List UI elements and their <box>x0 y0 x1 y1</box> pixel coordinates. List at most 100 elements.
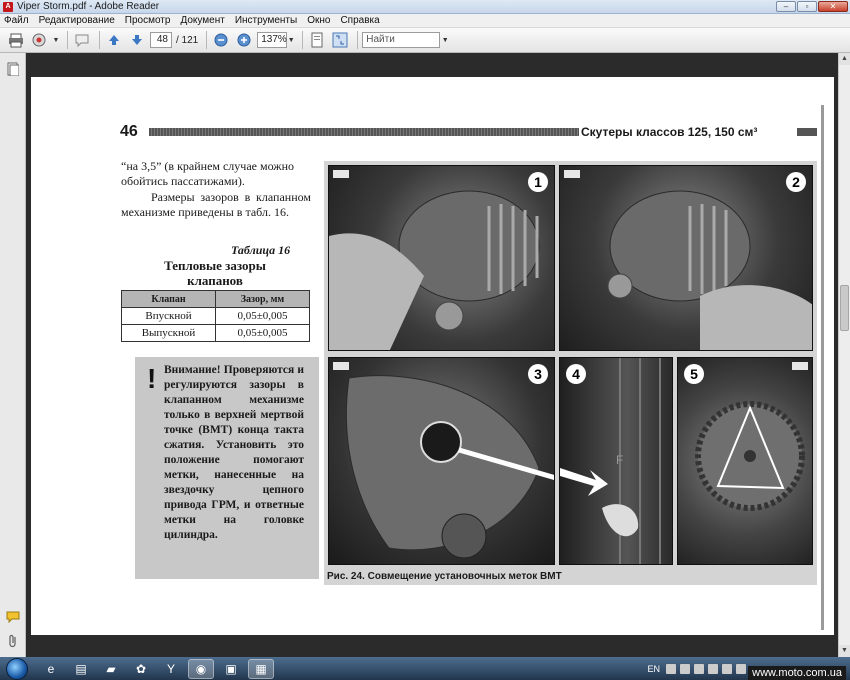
photo-1: 1 <box>328 165 555 351</box>
table-header-row: Клапан Зазор, мм <box>121 290 310 308</box>
warning-text: Внимание! Проверяются и регулируются заз… <box>164 364 304 541</box>
header-rule-end <box>797 128 817 136</box>
full-screen-icon[interactable] <box>330 30 350 50</box>
tray-icon[interactable] <box>708 663 718 674</box>
app-icon[interactable]: ▣ <box>218 659 244 679</box>
table-caption: Таблица 16 <box>231 243 291 257</box>
brand-logo <box>333 362 349 370</box>
minimize-button[interactable]: – <box>776 1 796 12</box>
toolbar-separator <box>357 31 359 49</box>
paragraph-2: Размеры зазоров в клапанном механизме пр… <box>121 190 311 219</box>
ie-icon[interactable]: e <box>38 659 64 679</box>
comment-icon[interactable] <box>72 30 92 50</box>
table-header-cell: Клапан <box>121 290 216 308</box>
page-number: 46 <box>120 123 138 140</box>
photo-number-badge: 5 <box>684 364 704 384</box>
toolbar-separator <box>206 31 208 49</box>
table-row: Выпускной 0,05±0,005 <box>121 324 310 342</box>
search-input[interactable]: Найти <box>362 32 441 48</box>
share-icon[interactable] <box>29 30 49 50</box>
photo-number-badge: 3 <box>528 364 548 384</box>
close-button[interactable]: ✕ <box>818 1 848 12</box>
toolbar-separator <box>302 31 304 49</box>
menu-window[interactable]: Окно <box>307 15 330 26</box>
volume-icon[interactable] <box>736 663 746 674</box>
photo-3: 3 <box>328 357 555 565</box>
table-row: Впускной 0,05±0,005 <box>121 307 310 325</box>
table-cell: 0,05±0,005 <box>215 324 310 342</box>
comments-icon[interactable] <box>5 609 21 625</box>
brand-logo <box>564 170 580 178</box>
explorer-icon[interactable]: ▤ <box>68 659 94 679</box>
start-button[interactable] <box>6 657 28 680</box>
next-page-icon[interactable] <box>127 30 147 50</box>
scroll-thumb[interactable] <box>840 285 849 331</box>
menu-help[interactable]: Справка <box>340 15 379 26</box>
warning-icon: ! <box>147 363 157 394</box>
photo-5: 5 <box>677 357 813 565</box>
previous-page-icon[interactable] <box>104 30 124 50</box>
scroll-up-icon[interactable]: ▲ <box>839 53 850 65</box>
print-icon[interactable] <box>6 30 26 50</box>
folder-icon[interactable]: ▰ <box>98 659 124 679</box>
toolbar: ▼ 48 / 121 137% ▼ Найти ▼ <box>0 28 850 53</box>
tray-icon[interactable] <box>694 663 704 674</box>
figure-photos: 1 2 3 F 4 5 <box>324 161 817 585</box>
photo-number-badge: 2 <box>786 172 806 192</box>
menu-document[interactable]: Документ <box>180 15 224 26</box>
window-controls: – ▫ ✕ <box>776 1 848 12</box>
attachments-icon[interactable] <box>5 633 21 649</box>
pages-icon[interactable] <box>5 61 21 77</box>
page-edge-rule <box>821 105 824 630</box>
menu-file[interactable]: Файл <box>4 15 29 26</box>
page-number-input[interactable]: 48 <box>150 32 172 48</box>
adobe-reader-task-icon[interactable]: ▦ <box>248 658 274 679</box>
icq-icon[interactable]: ✿ <box>128 659 154 679</box>
brand-logo <box>792 362 808 370</box>
maximize-button[interactable]: ▫ <box>797 1 817 12</box>
tray-icon[interactable] <box>666 663 676 674</box>
photo-4: F 4 <box>559 357 673 565</box>
taskbar: e ▤ ▰ ✿ Y ◉ ▣ ▦ EN <box>0 657 850 680</box>
zoom-out-icon[interactable] <box>211 30 231 50</box>
valve-clearance-table: Клапан Зазор, мм Впускной 0,05±0,005 Вып… <box>121 290 310 342</box>
paragraph-1: “на 3,5” (в крайнем случае можно обойтис… <box>121 159 294 188</box>
navigation-pane <box>0 53 26 657</box>
tray-icon[interactable] <box>680 663 690 674</box>
watermark: www.moto.com.ua <box>748 666 846 680</box>
page-header-title: Скутеры классов 125, 150 см³ <box>581 125 758 139</box>
fit-width-icon[interactable] <box>307 30 327 50</box>
document-viewport[interactable]: 46 Скутеры классов 125, 150 см³ “на 3,5”… <box>26 53 838 657</box>
zoom-in-icon[interactable] <box>234 30 254 50</box>
svg-text:F: F <box>616 453 623 467</box>
table-cell: Впускной <box>121 307 216 325</box>
zoom-level-input[interactable]: 137% <box>257 32 288 48</box>
photo-2: 2 <box>559 165 813 351</box>
table-title: Тепловые зазоры клапанов <box>164 258 266 288</box>
toolbar-separator <box>99 31 100 49</box>
photo-number-badge: 4 <box>566 364 586 384</box>
table-header-cell: Зазор, мм <box>215 290 310 308</box>
menu-tools[interactable]: Инструменты <box>235 15 297 26</box>
window-title: Viper Storm.pdf - Adobe Reader <box>17 1 160 12</box>
menu-bar: Файл Редактирование Просмотр Документ Ин… <box>0 14 850 28</box>
firefox-icon[interactable]: ◉ <box>188 658 214 679</box>
toolbar-separator <box>67 31 68 49</box>
vertical-scrollbar[interactable]: ▲ ▼ <box>838 53 850 657</box>
window-title-bar: A Viper Storm.pdf - Adobe Reader – ▫ ✕ <box>0 0 850 14</box>
header-rule <box>149 128 579 136</box>
table-cell: 0,05±0,005 <box>215 307 310 325</box>
tray-icon[interactable] <box>722 663 732 674</box>
menu-edit[interactable]: Редактирование <box>39 15 115 26</box>
scroll-down-icon[interactable]: ▼ <box>839 645 850 657</box>
brand-logo <box>333 170 349 178</box>
chevron-down-icon[interactable]: ▼ <box>52 30 60 50</box>
chevron-down-icon[interactable]: ▼ <box>440 30 450 50</box>
menu-view[interactable]: Просмотр <box>125 15 171 26</box>
page-total: / 121 <box>176 34 199 46</box>
language-indicator[interactable]: EN <box>647 664 660 674</box>
figure-caption: Рис. 24. Совмещение установочных меток В… <box>327 571 562 582</box>
photo-number-badge: 1 <box>528 172 548 192</box>
browser-icon[interactable]: Y <box>158 659 184 679</box>
chevron-down-icon[interactable]: ▼ <box>287 30 295 50</box>
